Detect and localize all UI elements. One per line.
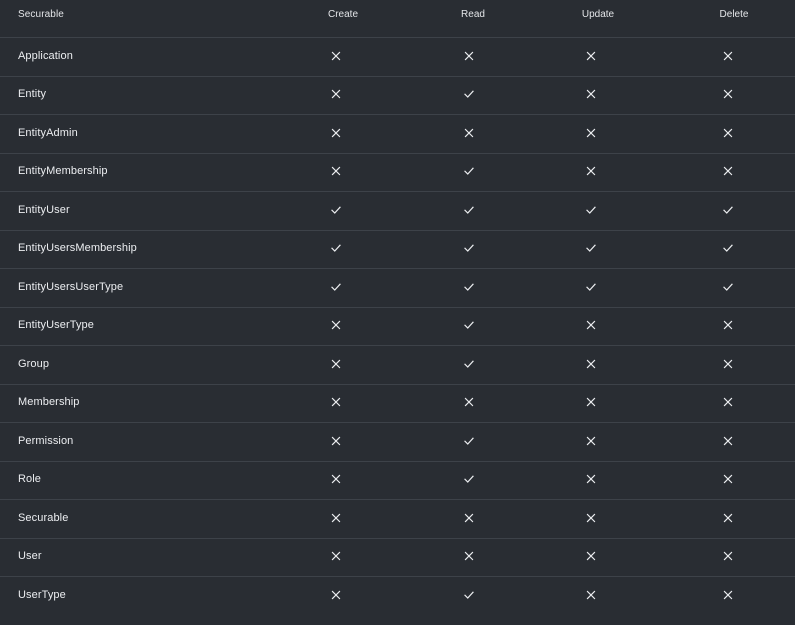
column-header-delete: Delete [719,8,749,20]
securable-name: EntityUserType [18,319,94,332]
table-header-row: Securable Create Read Update Delete [0,0,795,38]
close-icon [326,423,346,461]
securable-name: Group [18,357,50,370]
securable-name: User [18,550,42,563]
table-row: EntityAdmin [0,115,795,154]
close-icon [326,308,346,346]
close-icon [718,308,738,346]
close-icon [581,308,601,346]
table-row: Group [0,346,795,385]
check-icon [581,269,601,307]
close-icon [718,77,738,115]
close-icon [718,385,738,423]
check-icon [326,192,346,230]
close-icon [581,500,601,538]
check-icon [581,231,601,269]
check-icon [459,462,479,500]
close-icon [581,154,601,192]
table-row: EntityUsersMembership [0,231,795,269]
close-icon [326,38,346,76]
check-icon [459,577,479,616]
check-icon [581,192,601,230]
close-icon [459,38,479,76]
check-icon [459,154,479,192]
close-icon [459,115,479,153]
check-icon [459,346,479,384]
check-icon [459,423,479,461]
securable-name: Membership [18,396,80,409]
close-icon [718,577,738,616]
table-row: EntityMembership [0,154,795,192]
close-icon [581,346,601,384]
table-row: Application [0,38,795,77]
check-icon [459,269,479,307]
securable-name: EntityAdmin [18,126,78,139]
close-icon [459,500,479,538]
securable-name: EntityUsersMembership [18,242,137,255]
close-icon [718,423,738,461]
close-icon [718,462,738,500]
column-header-securable: Securable [18,8,64,20]
close-icon [459,385,479,423]
table-row: Permission [0,423,795,462]
table-row: UserType [0,577,795,616]
close-icon [718,500,738,538]
close-icon [326,500,346,538]
table-row: Membership [0,385,795,423]
check-icon [326,269,346,307]
securable-name: Permission [18,434,74,447]
check-icon [459,192,479,230]
close-icon [581,462,601,500]
securable-name: EntityMembership [18,165,108,178]
table-row: EntityUserType [0,308,795,346]
close-icon [459,539,479,577]
close-icon [581,77,601,115]
securable-name: UserType [18,589,66,602]
table-row: EntityUser [0,192,795,231]
check-icon [718,192,738,230]
close-icon [581,539,601,577]
check-icon [459,231,479,269]
close-icon [581,115,601,153]
check-icon [459,308,479,346]
close-icon [326,577,346,616]
close-icon [581,385,601,423]
table-row: Securable [0,500,795,539]
securable-name: Role [18,473,42,486]
check-icon [718,231,738,269]
close-icon [326,115,346,153]
table-body: Application Entity EntityAdmin EntityMember… [0,38,795,616]
close-icon [326,539,346,577]
close-icon [718,539,738,577]
securable-name: EntityUsersUserType [18,280,124,293]
close-icon [326,77,346,115]
close-icon [718,154,738,192]
check-icon [459,77,479,115]
close-icon [718,346,738,384]
table-row: Entity [0,77,795,115]
check-icon [326,231,346,269]
table-row: EntityUsersUserType [0,269,795,308]
securable-name: Application [18,49,73,62]
close-icon [581,577,601,616]
securable-name: Entity [18,88,47,101]
close-icon [326,385,346,423]
check-icon [718,269,738,307]
close-icon [581,423,601,461]
column-header-create: Create [327,8,358,20]
close-icon [326,346,346,384]
securable-name: Securable [18,511,69,524]
close-icon [326,154,346,192]
column-header-read: Read [461,8,485,20]
column-header-update: Update [581,8,615,20]
close-icon [718,38,738,76]
securable-name: EntityUser [18,203,70,216]
permissions-table: Securable Create Read Update Delete Appl… [0,0,795,616]
close-icon [326,462,346,500]
table-row: User [0,539,795,577]
table-row: Role [0,462,795,500]
close-icon [581,38,601,76]
close-icon [718,115,738,153]
